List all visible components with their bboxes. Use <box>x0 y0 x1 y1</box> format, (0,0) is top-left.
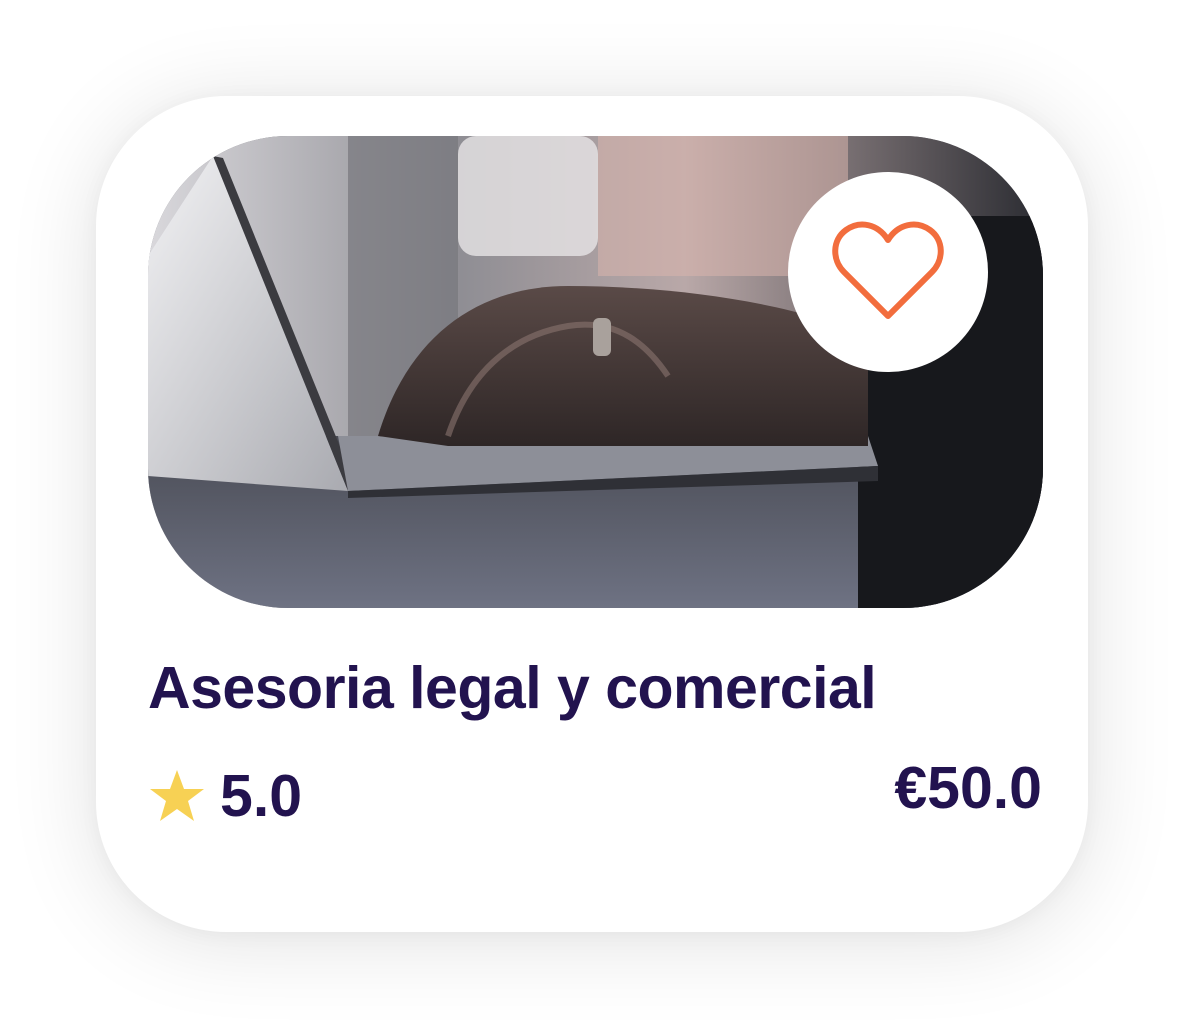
star-icon <box>150 770 204 821</box>
rating: 5.0 <box>148 760 302 832</box>
service-card[interactable]: Asesoria legal y comercial 5.0 €50.0 <box>96 96 1088 932</box>
favorite-button[interactable] <box>788 172 988 372</box>
rating-value: 5.0 <box>220 763 303 829</box>
service-title: Asesoria legal y comercial <box>148 655 877 721</box>
heart-outline-icon <box>832 221 944 319</box>
price: €50.0 <box>894 755 1042 821</box>
